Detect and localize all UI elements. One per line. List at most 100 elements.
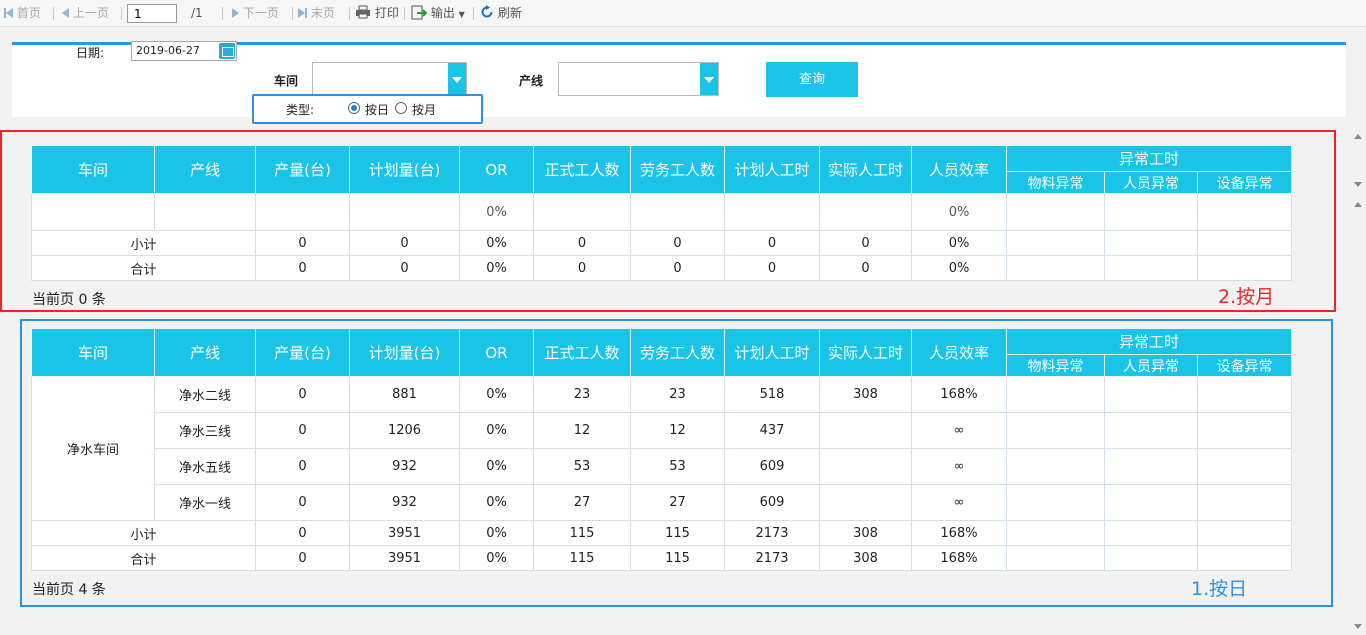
cell: 0 <box>533 230 631 256</box>
cell <box>1196 376 1293 413</box>
cell <box>1104 545 1198 571</box>
col-plan: 计划量(台) <box>349 145 460 194</box>
col-efficiency: 人员效率 <box>911 328 1007 377</box>
type-month-radio[interactable] <box>395 102 407 114</box>
col-plan: 计划量(台) <box>349 328 460 377</box>
cell: 1206 <box>349 412 460 449</box>
export-icon <box>411 5 428 20</box>
cell <box>31 193 155 231</box>
toolbar-separator <box>121 7 122 20</box>
scroll-down-icon[interactable] <box>1354 182 1362 187</box>
query-button[interactable]: 查询 <box>766 62 858 97</box>
day-report-frame: 车间 产线 产量(台) 计划量(台) OR 正式工人数 劳务工人数 计划人工时 … <box>20 319 1333 607</box>
print-label: 打印 <box>374 6 399 20</box>
cell: 0% <box>459 448 534 485</box>
line-dropdown-icon[interactable] <box>700 63 718 95</box>
cell: 0% <box>459 230 534 256</box>
cell: 0% <box>459 545 534 571</box>
workshop-dropdown-icon[interactable] <box>448 63 466 95</box>
cell: 净水五线 <box>154 448 256 485</box>
cell: 27 <box>533 484 631 521</box>
table-row: 净水三线 0 1206 0% 12 12 437 ∞ <box>32 412 1293 449</box>
line-select[interactable] <box>558 62 719 96</box>
next-page-button[interactable]: 下一页 <box>232 0 279 27</box>
calendar-icon[interactable] <box>219 43 235 59</box>
table-row: 净水车间 净水二线 0 881 0% 23 23 518 308 168% <box>31 376 1293 521</box>
cell <box>1196 484 1293 521</box>
export-label: 输出 <box>430 6 455 20</box>
cell: 0% <box>459 484 534 521</box>
prev-page-button[interactable]: 上一页 <box>62 0 109 27</box>
cell: 0% <box>911 255 1007 281</box>
cell <box>819 484 912 521</box>
date-label: 日期: <box>76 46 105 60</box>
page-number-input[interactable] <box>127 4 177 23</box>
scroll-down-icon[interactable] <box>1354 624 1362 629</box>
cell: 0% <box>459 520 534 546</box>
vertical-scrollbar[interactable] <box>1348 27 1366 635</box>
cell <box>1006 376 1105 413</box>
col-staff-abnormal: 人员异常 <box>1104 171 1198 194</box>
scroll-up-icon[interactable] <box>1354 202 1362 207</box>
toolbar-separator <box>473 7 474 20</box>
cell <box>1006 484 1105 521</box>
col-staff-abnormal: 人员异常 <box>1104 354 1198 377</box>
line-label: 产线 <box>519 74 544 88</box>
workshop-cell: 净水车间 <box>31 376 155 521</box>
cell: 0% <box>459 255 534 281</box>
day-page-info: 当前页 4 条 <box>32 582 106 598</box>
cell <box>819 448 912 485</box>
cell: 53 <box>630 448 725 485</box>
first-page-button[interactable]: 首页 <box>4 0 41 27</box>
date-value: 2019-06-27 <box>136 44 200 57</box>
cell <box>255 193 350 231</box>
cell: 0 <box>255 412 350 449</box>
cell <box>1196 520 1293 546</box>
cell <box>1104 448 1198 485</box>
workshop-select[interactable] <box>312 62 467 96</box>
next-page-label: 下一页 <box>242 6 279 20</box>
cell <box>1104 230 1198 256</box>
col-equipment-abnormal: 设备异常 <box>1196 354 1293 377</box>
type-label: 类型: <box>286 103 315 117</box>
print-button[interactable]: 打印 <box>355 0 399 27</box>
day-annotation: 1.按日 <box>1191 578 1248 600</box>
cell: 净水二线 <box>154 376 256 413</box>
cell: 0 <box>724 230 820 256</box>
prev-page-icon <box>62 8 69 18</box>
cell <box>1196 545 1293 571</box>
cell: ∞ <box>911 448 1007 485</box>
cell: 2173 <box>724 545 820 571</box>
cell: 0 <box>819 255 912 281</box>
col-plan-hours: 计划人工时 <box>724 328 820 377</box>
col-labor-workers: 劳务工人数 <box>630 145 725 194</box>
cell: 小计 <box>31 520 256 546</box>
cell <box>154 193 256 231</box>
export-menu-button[interactable]: 输出 ▼ <box>411 0 465 27</box>
cell: 168% <box>911 376 1007 413</box>
cell <box>349 193 460 231</box>
type-selector: 类型: 按日 按月 <box>252 94 483 124</box>
cell <box>1196 193 1293 231</box>
date-input[interactable]: 2019-06-27 <box>131 41 237 61</box>
cell <box>1006 412 1105 449</box>
cell: 23 <box>533 376 631 413</box>
cell <box>1104 376 1198 413</box>
cell: 53 <box>533 448 631 485</box>
col-actual-hours: 实际人工时 <box>819 145 912 194</box>
cell <box>1006 255 1105 281</box>
scroll-up-icon[interactable] <box>1354 134 1362 139</box>
refresh-button[interactable]: 刷新 <box>480 0 522 27</box>
last-page-button[interactable]: 末页 <box>298 0 335 27</box>
cell: 27 <box>630 484 725 521</box>
report-toolbar: 首页 上一页 /1 下一页 末页 打印 输出 ▼ 刷新 <box>0 0 1366 27</box>
query-panel: 日期: 2019-06-27 车间 产线 查询 类型: 按日 按月 <box>12 41 1346 124</box>
cell: 308 <box>819 545 912 571</box>
cell: 0% <box>459 376 534 413</box>
cell: 308 <box>819 376 912 413</box>
type-day-label: 按日 <box>365 103 390 117</box>
cell: 23 <box>630 376 725 413</box>
cell: 净水三线 <box>154 412 256 449</box>
type-day-radio[interactable] <box>348 102 360 114</box>
cell: 0 <box>630 255 725 281</box>
